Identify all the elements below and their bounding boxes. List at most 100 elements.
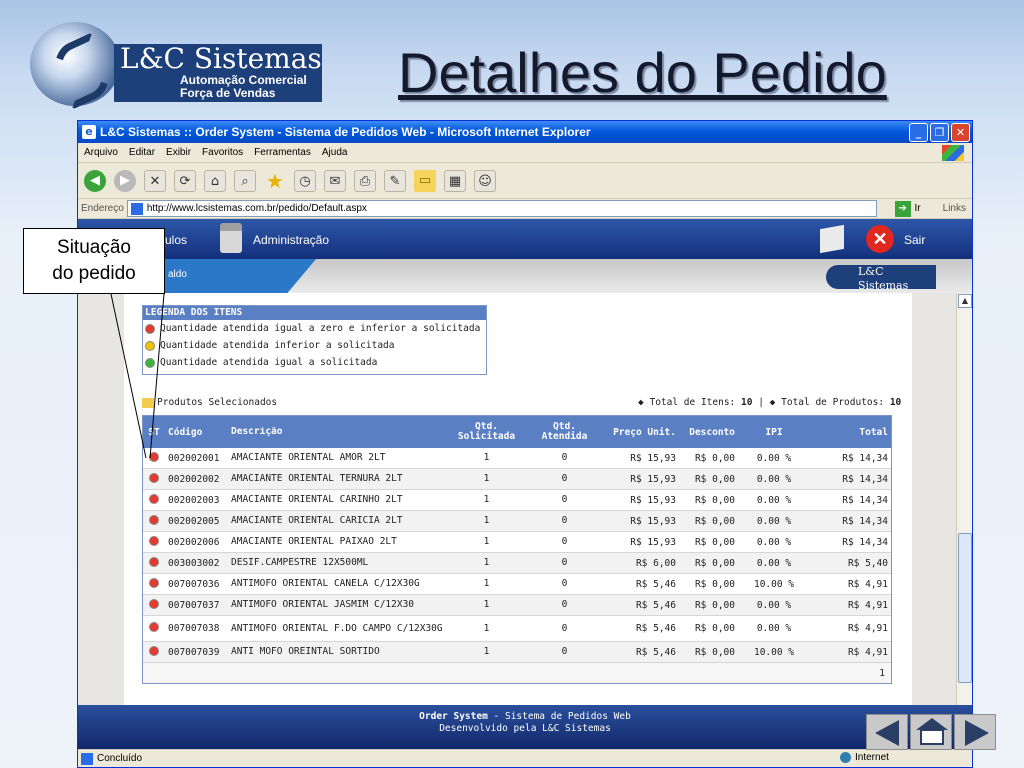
nav-admin-link[interactable]: Administração xyxy=(253,233,329,247)
favorites-icon[interactable]: ★ xyxy=(264,170,286,192)
cell-codigo: 002002001 xyxy=(168,452,220,464)
mail-icon[interactable]: ✉ xyxy=(324,169,346,192)
table-row[interactable]: 002002005 AMACIANTE ORIENTAL CARICIA 2LT 1… xyxy=(143,511,891,532)
forward-icon[interactable]: ▶ xyxy=(114,169,136,192)
table-row[interactable]: 002002001 AMACIANTE ORIENTAL AMOR 2LT 1 0 R$… xyxy=(143,448,891,469)
nav-modules-link[interactable]: ulos xyxy=(165,233,187,247)
package-icon[interactable] xyxy=(820,224,844,254)
legend-item: Quantidade atendida inferior a solicitad… xyxy=(143,337,486,354)
exit-icon[interactable]: ✕ xyxy=(866,225,894,253)
col-total[interactable]: Total xyxy=(810,427,891,438)
maximize-button[interactable]: ❐ xyxy=(930,122,949,142)
messenger-icon[interactable]: ☺ xyxy=(474,169,496,192)
search-icon[interactable]: ⌕ xyxy=(234,169,256,192)
table-row[interactable]: 003003002 DESIF.CAMPESTRE 12X500ML 1 0 R$ 6,… xyxy=(143,553,891,574)
page-gutter-left xyxy=(78,293,124,749)
status-callout: Situação do pedido xyxy=(23,228,165,294)
address-field[interactable]: http://www.lcsistemas.com.br/pedido/Defa… xyxy=(126,200,877,217)
close-button[interactable]: ✕ xyxy=(951,122,970,142)
col-descricao[interactable]: Descrição xyxy=(228,427,446,437)
yellow-status-icon xyxy=(145,340,155,351)
breadcrumb-label[interactable]: aldo xyxy=(168,269,187,280)
research-icon[interactable]: ▦ xyxy=(444,169,466,192)
home-icon xyxy=(920,729,944,745)
col-desconto[interactable]: Desconto xyxy=(679,427,738,438)
page-number[interactable]: 1 xyxy=(879,668,885,679)
footer-system-desc: - Sistema de Pedidos Web xyxy=(487,711,631,722)
cell-qtd-atendida: 0 xyxy=(561,474,568,484)
app-nav-bar: ulos Administração ✕ Sair xyxy=(78,219,972,259)
prev-slide-button[interactable] xyxy=(866,714,908,750)
col-codigo[interactable]: Código xyxy=(165,427,228,438)
go-label[interactable]: Ir xyxy=(915,203,921,214)
table-row[interactable]: 002002002 AMACIANTE ORIENTAL TERNURA 2LT 1… xyxy=(143,469,891,490)
cell-descricao: AMACIANTE ORIENTAL TERNURA 2LT xyxy=(231,474,403,484)
cell-preco-unit: R$ 5,46 xyxy=(635,599,676,611)
menu-bar: Arquivo Editar Exibir Favoritos Ferramen… xyxy=(78,143,972,163)
scroll-up-icon[interactable]: ▲ xyxy=(958,294,972,308)
menu-editar[interactable]: Editar xyxy=(129,147,155,158)
next-slide-button[interactable] xyxy=(954,714,996,750)
cell-ipi: 0.00 % xyxy=(756,452,792,464)
cell-total: R$ 14,34 xyxy=(842,473,888,485)
address-url[interactable]: http://www.lcsistemas.com.br/pedido/Defa… xyxy=(147,203,367,214)
col-st[interactable]: ST xyxy=(143,427,165,438)
legend-item-label: Quantidade atendida igual a solicitada xyxy=(160,357,378,368)
ie-icon: e xyxy=(82,125,96,139)
table-row[interactable]: 007007039 ANTI MOFO OREINTAL SORTIDO 1 0 R$ … xyxy=(143,642,891,663)
nav-exit-link[interactable]: Sair xyxy=(904,233,925,247)
home-slide-button[interactable] xyxy=(910,714,952,750)
table-row[interactable]: 002002003 AMACIANTE ORIENTAL CARINHO 2LT 1… xyxy=(143,490,891,511)
cell-descricao: AMACIANTE ORIENTAL CARINHO 2LT xyxy=(231,495,403,505)
cell-codigo: 002002003 xyxy=(168,494,220,506)
back-icon[interactable]: ◀ xyxy=(84,169,106,192)
table-row[interactable]: 007007036 ANTIMOFO ORIENTAL CANELA C/12X3… xyxy=(143,574,891,595)
menu-ferramentas[interactable]: Ferramentas xyxy=(254,147,311,158)
cell-codigo: 007007036 xyxy=(168,578,220,590)
minimize-button[interactable]: _ xyxy=(909,122,928,142)
cell-descricao: ANTIMOFO ORIENTAL CANELA C/12X30G xyxy=(231,579,420,589)
history-icon[interactable]: ◷ xyxy=(294,169,316,192)
folder-icon[interactable]: ▭ xyxy=(414,169,436,192)
cell-qtd-atendida: 0 xyxy=(561,453,568,463)
links-label[interactable]: Links xyxy=(943,203,966,214)
cell-total: R$ 14,34 xyxy=(842,452,888,464)
address-label: Endereço xyxy=(81,203,124,214)
footer-line2: Desenvolvido pela L&C Sistemas xyxy=(439,723,611,734)
scroll-thumb[interactable] xyxy=(958,533,972,683)
cell-total: R$ 4,91 xyxy=(847,623,888,634)
totals-separator: | xyxy=(758,397,764,408)
home-icon[interactable]: ⌂ xyxy=(204,169,226,192)
cell-codigo: 003003002 xyxy=(168,557,220,569)
stop-icon[interactable]: ✕ xyxy=(144,169,166,192)
menu-favoritos[interactable]: Favoritos xyxy=(202,147,243,158)
cell-qtd-atendida: 0 xyxy=(561,600,568,610)
menu-ajuda[interactable]: Ajuda xyxy=(322,147,348,158)
table-row[interactable]: 007007037 ANTIMOFO ORIENTAL JASMIM C/12X3… xyxy=(143,595,891,616)
refresh-icon[interactable]: ⟳ xyxy=(174,169,196,192)
col-preco-unit[interactable]: Preço Unit. xyxy=(602,427,679,438)
cell-total: R$ 14,34 xyxy=(842,515,888,527)
total-products-value: 10 xyxy=(889,397,902,408)
edit-icon[interactable]: ✎ xyxy=(384,169,406,192)
cell-codigo: 002002006 xyxy=(168,536,220,548)
vertical-scrollbar[interactable]: ▲ xyxy=(956,293,972,749)
col-ipi[interactable]: IPI xyxy=(738,427,810,438)
windows-logo-icon xyxy=(942,145,964,161)
legend-item: Quantidade atendida igual a solicitada xyxy=(143,354,486,371)
table-row[interactable]: 002002006 AMACIANTE ORIENTAL PAIXAO 2LT 1 0… xyxy=(143,532,891,553)
print-icon[interactable]: ⎙ xyxy=(354,169,376,192)
status-cell xyxy=(143,622,165,635)
col-qtd-solicitada[interactable]: Qtd. Solicitada xyxy=(446,422,527,442)
menu-arquivo[interactable]: Arquivo xyxy=(84,147,118,158)
go-icon[interactable]: ➔ xyxy=(894,200,911,217)
menu-exibir[interactable]: Exibir xyxy=(166,147,191,158)
cell-desconto: R$ 0,00 xyxy=(694,536,735,548)
status-cell xyxy=(143,535,165,549)
status-cell xyxy=(143,645,165,659)
col-qtd-atendida[interactable]: Qtd. Atendida xyxy=(527,422,602,442)
cell-qtd-solicitada: 1 xyxy=(483,647,490,657)
cell-codigo: 007007038 xyxy=(168,623,220,634)
table-row[interactable]: 007007038 ANTIMOFO ORIENTAL F.DO CAMPO C/… xyxy=(143,616,891,642)
cell-desconto: R$ 0,00 xyxy=(694,557,735,569)
